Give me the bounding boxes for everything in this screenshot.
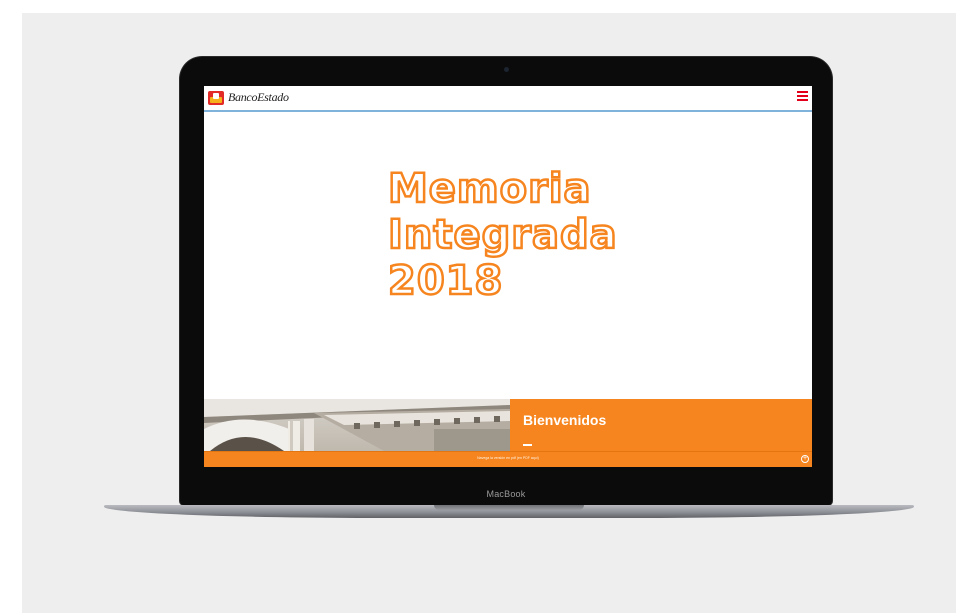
hero-title-line: Integrada — [387, 211, 618, 260]
hero-title: Memoria Integrada 2018 — [387, 165, 618, 306]
camera-icon — [504, 67, 509, 72]
welcome-divider — [523, 444, 532, 446]
laptop-base-notch — [434, 505, 584, 510]
bancoestado-logo-icon — [208, 90, 224, 105]
menu-bar — [797, 95, 808, 97]
building-photo — [204, 399, 510, 451]
menu-bar — [797, 99, 808, 101]
logo-text: BancoEstado — [228, 90, 289, 104]
logo[interactable]: BancoEstado — [208, 90, 289, 105]
footer-bar: Navega la versión en pdf (en PDF aquí) + — [204, 451, 812, 467]
menu-bar — [797, 91, 808, 93]
footer-link[interactable]: Navega la versión en pdf (en PDF aquí) — [204, 456, 812, 460]
welcome-title: Bienvenidos — [523, 412, 607, 428]
hamburger-menu-icon[interactable] — [797, 91, 808, 102]
hero-title-line: 2018 — [387, 257, 504, 306]
site-header: BancoEstado — [204, 86, 812, 112]
laptop-screen: BancoEstado Memoria Integrada 2018 Bienv… — [204, 86, 812, 467]
device-brand-label: MacBook — [486, 489, 526, 499]
plus-circle-icon[interactable]: + — [801, 455, 809, 463]
building-photo-graphic — [204, 399, 510, 451]
hero-title-line: Memoria — [387, 165, 592, 214]
welcome-panel[interactable]: Bienvenidos — [510, 399, 812, 451]
laptop-lid: BancoEstado Memoria Integrada 2018 Bienv… — [180, 57, 832, 505]
